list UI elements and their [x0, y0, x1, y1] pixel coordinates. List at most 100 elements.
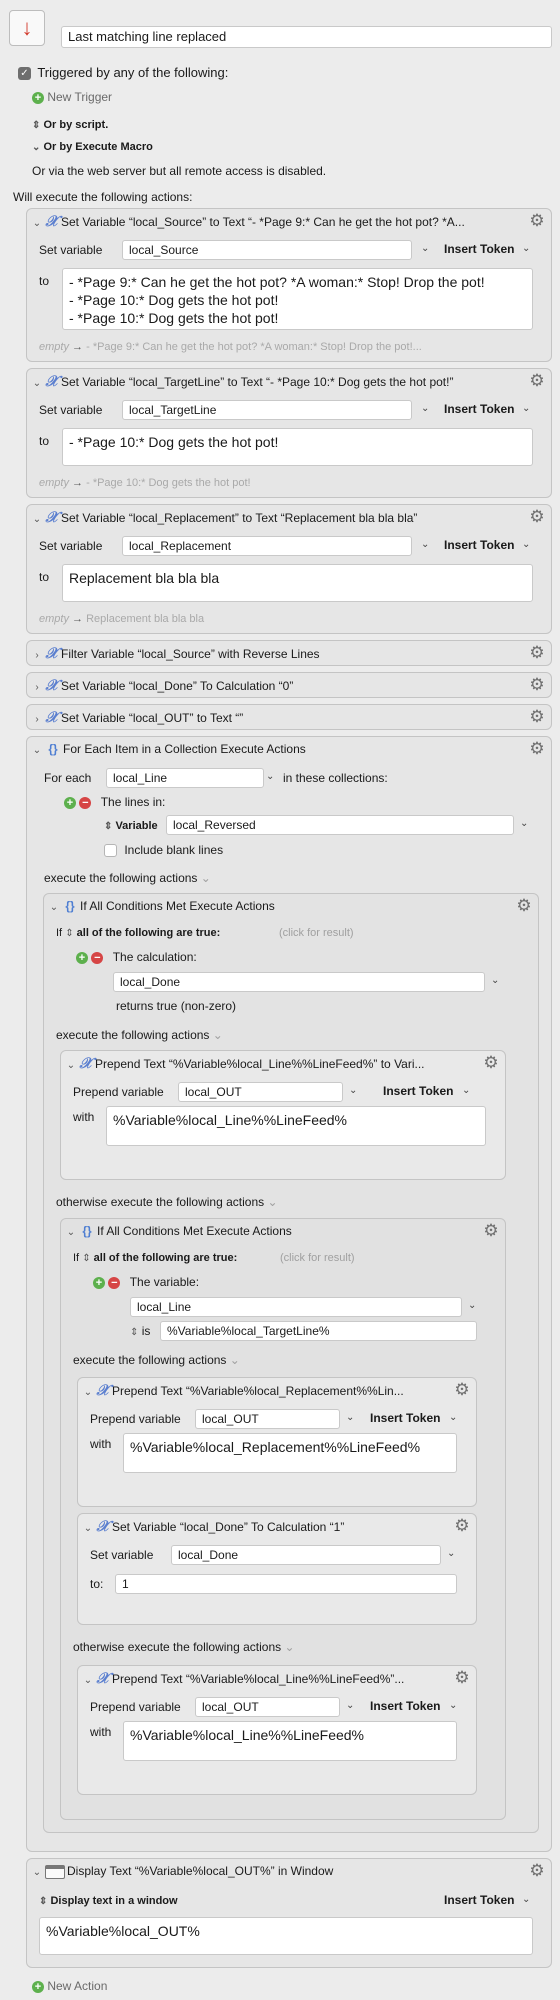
new-trigger-button[interactable]: + New Trigger	[32, 89, 112, 105]
text-field[interactable]: %Variable%local_Line%%LineFeed%	[123, 1721, 457, 1761]
by-script-row[interactable]: ⇕ Or by script.	[32, 117, 108, 134]
action-set-local-source[interactable]: ⌄ 𝒳 Set Variable “local_Source” to Text “-…	[26, 208, 552, 362]
calculation-field[interactable]: local_Done	[113, 972, 485, 992]
action-if-local-done[interactable]: ⌄ {} If All Conditions Met Execute Actions…	[43, 893, 539, 1833]
chevron-down-icon[interactable]: ⌄	[491, 975, 499, 986]
chevron-down-icon[interactable]: ⌄	[65, 1054, 77, 1075]
chevron-down-icon[interactable]: ⌄	[468, 1300, 476, 1311]
action-header[interactable]: ⌄ {} For Each Item in a Collection Execute…	[31, 737, 521, 761]
all-conditions-label[interactable]: all of the following are true:	[94, 1252, 238, 1264]
action-set-local-replacement[interactable]: ⌄ 𝒳 Set Variable “local_Replacement” to Te…	[26, 504, 552, 634]
action-header[interactable]: ⌄ 𝒳 Set Variable “local_Done” To Calculati…	[82, 1514, 446, 1538]
chevron-down-icon[interactable]: ⌄	[421, 539, 429, 550]
variable-name-field[interactable]: local_Source	[122, 240, 412, 260]
minus-icon[interactable]: −	[108, 1276, 121, 1289]
gear-icon[interactable]: ⚙	[481, 1221, 501, 1241]
include-blank-row[interactable]: Include blank lines	[104, 842, 223, 858]
chevron-down-icon[interactable]: ⌄	[449, 1412, 457, 1423]
chevron-down-icon[interactable]: ⌄	[522, 539, 530, 550]
insert-token-button[interactable]: Insert Token	[444, 1893, 514, 1907]
calculation-field[interactable]: 1	[115, 1574, 457, 1594]
chevron-down-icon[interactable]: ⌄	[266, 771, 274, 782]
chevron-down-icon[interactable]: ⌄	[346, 1412, 354, 1423]
collection-variable-field[interactable]: local_Reversed	[166, 815, 514, 835]
chevron-down-icon[interactable]: ⌄	[346, 1700, 354, 1711]
chevron-down-icon[interactable]: ⌄	[31, 739, 43, 761]
action-header[interactable]: ⌄ 𝒳 Set Variable “local_Source” to Text “-…	[31, 209, 521, 233]
chevron-down-icon[interactable]: ⌄	[520, 818, 528, 829]
minus-icon[interactable]: −	[91, 951, 104, 964]
chevron-down-icon[interactable]: ⌄	[284, 1640, 294, 1654]
updown-icon[interactable]: ⇕	[82, 1253, 90, 1264]
new-action-button[interactable]: + New Action	[32, 1978, 107, 1994]
text-field[interactable]: - *Page 9:* Can he get the hot pot? *A w…	[62, 268, 533, 330]
action-header[interactable]: ⌄ 𝒳 Prepend Text “%Variable%local_Line%%Li…	[65, 1051, 475, 1075]
action-header[interactable]: ⌄ 𝒳 Set Variable “local_Replacement” to Te…	[31, 505, 521, 529]
gear-icon[interactable]: ⚙	[452, 1380, 472, 1400]
variable-name-field[interactable]: local_TargetLine	[122, 400, 412, 420]
insert-token-button[interactable]: Insert Token	[444, 402, 514, 416]
action-set-done-one[interactable]: ⌄ 𝒳 Set Variable “local_Done” To Calculati…	[77, 1513, 477, 1625]
condition-value-field[interactable]: %Variable%local_TargetLine%	[160, 1321, 477, 1341]
condition-variable-field[interactable]: local_Line	[130, 1297, 462, 1317]
for-each-variable-field[interactable]: local_Line	[106, 768, 264, 788]
all-conditions-label[interactable]: all of the following are true:	[77, 927, 221, 939]
click-for-result[interactable]: (click for result)	[279, 925, 354, 941]
gear-icon[interactable]: ⚙	[527, 675, 547, 695]
insert-token-button[interactable]: Insert Token	[444, 242, 514, 256]
insert-token-button[interactable]: Insert Token	[444, 538, 514, 552]
trigger-checkbox-row[interactable]: ✓ Triggered by any of the following:	[18, 65, 228, 81]
chevron-down-icon[interactable]: ⌄	[267, 1195, 277, 1209]
gear-icon[interactable]: ⚙	[514, 896, 534, 916]
action-header[interactable]: ⌄ {} If All Conditions Met Execute Actions	[65, 1219, 475, 1243]
chevron-down-icon[interactable]: ⌄	[462, 1085, 470, 1096]
text-field[interactable]: - *Page 10:* Dog gets the hot pot!	[62, 428, 533, 466]
insert-token-button[interactable]: Insert Token	[383, 1084, 453, 1098]
gear-icon[interactable]: ⚙	[527, 707, 547, 727]
action-display-text[interactable]: ⌄ Display Text “%Variable%local_OUT%” in …	[26, 1858, 552, 1968]
gear-icon[interactable]: ⚙	[527, 371, 547, 391]
plus-icon[interactable]: +	[64, 796, 76, 809]
chevron-down-icon[interactable]: ⌄	[421, 243, 429, 254]
action-for-each[interactable]: ⌄ {} For Each Item in a Collection Execute…	[26, 736, 552, 1852]
insert-token-button[interactable]: Insert Token	[370, 1411, 440, 1425]
action-if-target-line[interactable]: ⌄ {} If All Conditions Met Execute Actions…	[60, 1218, 506, 1820]
chevron-down-icon[interactable]: ⌄	[449, 1700, 457, 1711]
gear-icon[interactable]: ⚙	[527, 643, 547, 663]
action-header[interactable]: › 𝒳 Set Variable “local_Done” To Calculati…	[31, 673, 521, 697]
variable-name-field[interactable]: local_Done	[171, 1545, 441, 1565]
gear-icon[interactable]: ⚙	[527, 739, 547, 759]
gear-icon[interactable]: ⚙	[452, 1516, 472, 1536]
chevron-down-icon[interactable]: ⌄	[522, 243, 530, 254]
chevron-down-icon[interactable]: ⌄	[421, 403, 429, 414]
gear-icon[interactable]: ⚙	[527, 211, 547, 231]
display-mode-selector[interactable]: ⇕ Display text in a window	[39, 1893, 178, 1910]
variable-name-field[interactable]: local_OUT	[195, 1697, 340, 1717]
chevron-down-icon[interactable]: ⌄	[349, 1085, 357, 1096]
action-header[interactable]: › 𝒳 Filter Variable “local_Source” with Re…	[31, 641, 521, 665]
action-header[interactable]: ⌄ {} If All Conditions Met Execute Actions	[48, 894, 508, 918]
plus-icon[interactable]: +	[76, 951, 88, 964]
gear-icon[interactable]: ⚙	[527, 1861, 547, 1881]
action-header[interactable]: ⌄ 𝒳 Prepend Text “%Variable%local_Line%%Li…	[82, 1666, 446, 1690]
chevron-down-icon[interactable]: ⌄	[65, 1221, 77, 1243]
gear-icon[interactable]: ⚙	[527, 507, 547, 527]
chevron-down-icon[interactable]: ⌄	[230, 1353, 240, 1367]
chevron-down-icon[interactable]: ⌄	[201, 871, 211, 885]
chevron-down-icon[interactable]: ⌄	[213, 1028, 223, 1042]
is-operator[interactable]: ⇕ is	[130, 1323, 150, 1341]
variable-type-row[interactable]: ⇕ Variable	[104, 818, 158, 835]
chevron-down-icon[interactable]: ⌄	[31, 508, 43, 529]
by-execute-row[interactable]: ⌄ Or by Execute Macro	[32, 139, 153, 156]
chevron-right-icon[interactable]: ›	[31, 644, 43, 665]
text-field[interactable]: %Variable%local_Line%%LineFeed%	[106, 1106, 486, 1146]
minus-icon[interactable]: −	[79, 796, 92, 809]
chevron-down-icon[interactable]: ⌄	[48, 896, 60, 918]
chevron-down-icon[interactable]: ⌄	[522, 1894, 530, 1905]
macro-icon[interactable]: ↓	[9, 10, 45, 46]
action-set-local-out[interactable]: › 𝒳 Set Variable “local_OUT” to Text “” ⚙	[26, 704, 552, 730]
action-prepend-line[interactable]: ⌄ 𝒳 Prepend Text “%Variable%local_Line%%Li…	[60, 1050, 506, 1180]
action-prepend-line-else[interactable]: ⌄ 𝒳 Prepend Text “%Variable%local_Line%%Li…	[77, 1665, 477, 1795]
chevron-down-icon[interactable]: ⌄	[447, 1548, 455, 1559]
text-field[interactable]: %Variable%local_Replacement%%LineFeed%	[123, 1433, 457, 1473]
